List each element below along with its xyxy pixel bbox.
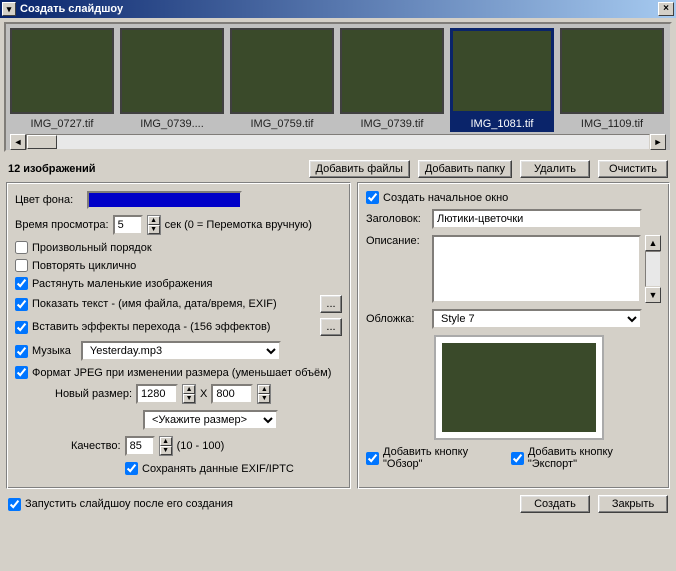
scrollbar-thumb[interactable] (27, 135, 57, 149)
scroll-left-button[interactable]: ◄ (10, 134, 26, 150)
size-preset-select[interactable]: <Укажите размер> (143, 410, 278, 430)
transitions-label: Вставить эффекты перехода - (156 эффекто… (32, 321, 270, 333)
thumbnail-item[interactable]: IMG_0739.... (120, 28, 224, 132)
thumbnail-filename: IMG_0739.tif (340, 114, 444, 132)
add-folder-button[interactable]: Добавить папку (418, 160, 512, 178)
thumbnail-filename: IMG_0739.... (120, 114, 224, 132)
thumbnail-item[interactable]: IMG_1081.tif (450, 28, 554, 132)
delete-button[interactable]: Удалить (520, 160, 590, 178)
add-browse-label: Добавить кнопку "Обзор" (383, 446, 507, 470)
height-spinner[interactable]: ▲▼ (257, 384, 271, 404)
random-order-checkbox[interactable] (15, 241, 28, 254)
stretch-label: Растянуть маленькие изображения (32, 278, 213, 290)
show-text-more-button[interactable]: ... (320, 295, 342, 313)
thumbnail-filename: IMG_0759.tif (230, 114, 334, 132)
title-field-label: Заголовок: (366, 213, 428, 225)
save-exif-checkbox[interactable] (125, 462, 138, 475)
viewtime-input[interactable] (113, 215, 143, 235)
newsize-sep: X (200, 388, 207, 400)
thumbnail-filename: IMG_0727.tif (10, 114, 114, 132)
run-after-checkbox[interactable] (8, 498, 21, 511)
cover-style-select[interactable]: Style 7 (432, 309, 642, 329)
title-bar: Создать слайдшоу × (0, 0, 676, 18)
quality-label: Качество: (71, 440, 121, 452)
clear-button[interactable]: Очистить (598, 160, 668, 178)
system-menu-icon[interactable] (2, 2, 16, 16)
newsize-width-input[interactable] (136, 384, 178, 404)
cover-preview-image (442, 343, 596, 432)
create-button[interactable]: Создать (520, 495, 590, 513)
window-title: Создать слайдшоу (20, 3, 658, 15)
run-after-label: Запустить слайдшоу после его создания (25, 498, 233, 510)
loop-checkbox[interactable] (15, 259, 28, 272)
bgcolor-swatch[interactable] (87, 191, 242, 209)
scroll-track[interactable] (645, 251, 661, 287)
thumbnail-strip: IMG_0727.tif IMG_0739.... IMG_0759.tif I… (4, 22, 672, 152)
thumbnail-image (560, 28, 664, 114)
add-export-checkbox[interactable] (511, 452, 524, 465)
scrollbar-track[interactable] (26, 134, 650, 150)
bgcolor-label: Цвет фона: (15, 194, 73, 206)
thumbnail-filename: IMG_1109.tif (560, 114, 664, 132)
thumbnail-item[interactable]: IMG_0739.tif (340, 28, 444, 132)
thumbnail-scrollbar: ◄ ► (10, 134, 666, 150)
thumbnail-image (340, 28, 444, 114)
start-window-panel: Создать начальное окно Заголовок: Описан… (357, 182, 670, 489)
close-button[interactable]: × (658, 2, 674, 16)
jpeg-format-checkbox[interactable] (15, 366, 28, 379)
thumbnail-item[interactable]: IMG_1109.tif (560, 28, 664, 132)
music-select[interactable]: Yesterday.mp3 (81, 341, 281, 361)
settings-panel: Цвет фона: Время просмотра: ▲ ▼ сек (0 =… (6, 182, 351, 489)
show-text-checkbox[interactable] (15, 298, 28, 311)
scroll-down-icon[interactable]: ▼ (645, 287, 661, 303)
stretch-checkbox[interactable] (15, 277, 28, 290)
save-exif-label: Сохранять данные EXIF/IPTC (142, 463, 294, 475)
show-text-label: Показать текст - (имя файла, дата/время,… (32, 298, 277, 310)
music-checkbox[interactable] (15, 345, 28, 358)
width-spinner[interactable]: ▲▼ (182, 384, 196, 404)
random-order-label: Произвольный порядок (32, 242, 152, 254)
newsize-label: Новый размер: (55, 388, 132, 400)
start-window-checkbox[interactable] (366, 191, 379, 204)
viewtime-label: Время просмотра: (15, 219, 109, 231)
scroll-right-button[interactable]: ► (650, 134, 666, 150)
spin-up-icon[interactable]: ▲ (148, 216, 160, 225)
thumbnail-image (230, 28, 334, 114)
cover-field-label: Обложка: (366, 313, 428, 325)
add-browse-checkbox[interactable] (366, 452, 379, 465)
scroll-up-icon[interactable]: ▲ (645, 235, 661, 251)
close-dialog-button[interactable]: Закрыть (598, 495, 668, 513)
quality-input[interactable] (125, 436, 155, 456)
thumbnail-item[interactable]: IMG_0759.tif (230, 28, 334, 132)
add-files-button[interactable]: Добавить файлы (309, 160, 410, 178)
thumbnail-image (120, 28, 224, 114)
thumbnail-filename: IMG_1081.tif (450, 114, 554, 132)
music-label: Музыка (32, 345, 71, 357)
spin-down-icon[interactable]: ▼ (148, 225, 160, 234)
transitions-checkbox[interactable] (15, 321, 28, 334)
thumbnail-image (450, 28, 554, 114)
description-scrollbar: ▲ ▼ (645, 235, 661, 303)
cover-preview (434, 335, 604, 440)
viewtime-unit: сек (0 = Перемотка вручную) (165, 219, 312, 231)
thumbnail-image (10, 28, 114, 114)
viewtime-spinner[interactable]: ▲ ▼ (147, 215, 161, 235)
transitions-more-button[interactable]: ... (320, 318, 342, 336)
jpeg-format-label: Формат JPEG при изменении размера (умень… (32, 367, 331, 379)
add-export-label: Добавить кнопку "Экспорт" (528, 446, 661, 470)
thumbnail-item[interactable]: IMG_0727.tif (10, 28, 114, 132)
description-textarea[interactable] (432, 235, 641, 303)
newsize-height-input[interactable] (211, 384, 253, 404)
start-window-label: Создать начальное окно (383, 192, 508, 204)
quality-range: (10 - 100) (177, 440, 225, 452)
image-count-label: 12 изображений (8, 163, 301, 175)
loop-label: Повторять циклично (32, 260, 136, 272)
quality-spinner[interactable]: ▲▼ (159, 436, 173, 456)
desc-field-label: Описание: (366, 235, 428, 247)
title-input[interactable] (432, 209, 642, 229)
